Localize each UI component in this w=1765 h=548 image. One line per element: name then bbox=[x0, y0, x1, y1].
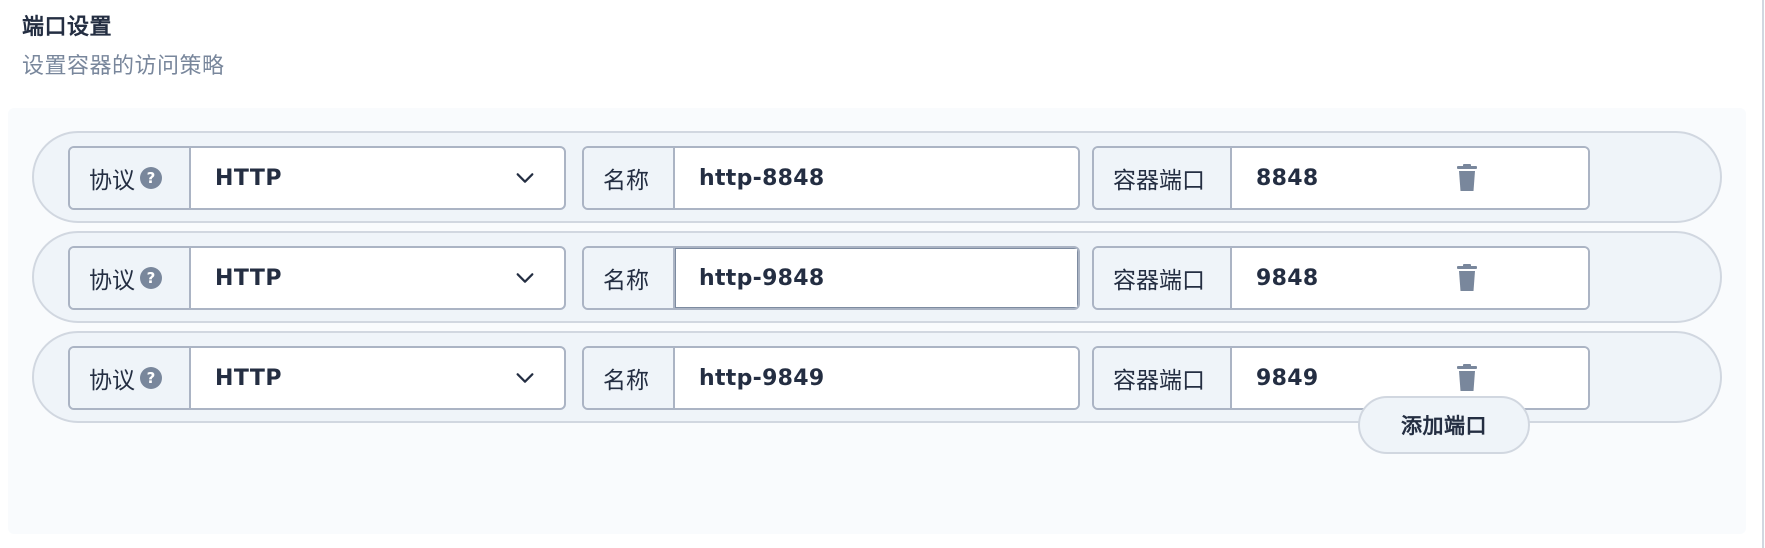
protocol-select-value: HTTP bbox=[215, 365, 283, 391]
question-circle-icon[interactable]: ? bbox=[140, 267, 162, 289]
protocol-select[interactable]: HTTP bbox=[191, 348, 564, 408]
name-field-group: 名称 bbox=[582, 246, 1080, 310]
delete-port-button[interactable] bbox=[1442, 253, 1492, 303]
container-port-field-group: 容器端口 bbox=[1092, 146, 1590, 210]
protocol-label: 协议 bbox=[89, 368, 135, 394]
container-port-field-group: 容器端口 bbox=[1092, 246, 1590, 310]
name-input[interactable] bbox=[675, 148, 1078, 208]
chevron-down-icon bbox=[516, 273, 534, 283]
protocol-select-value: HTTP bbox=[215, 165, 283, 191]
container-port-addon: 容器端口 bbox=[1094, 348, 1232, 408]
protocol-select[interactable]: HTTP bbox=[191, 248, 564, 308]
name-addon: 名称 bbox=[584, 148, 675, 208]
container-port-input[interactable] bbox=[1232, 148, 1588, 208]
name-field-group: 名称 bbox=[582, 346, 1080, 410]
protocol-addon: 协议 ? bbox=[70, 248, 191, 308]
protocol-label: 协议 bbox=[89, 168, 135, 194]
port-row: 协议 ? HTTP 名称 容器端口 bbox=[32, 131, 1722, 223]
name-addon: 名称 bbox=[584, 248, 675, 308]
ports-panel: 协议 ? HTTP 名称 容器端口 协议 ? HTT bbox=[8, 108, 1746, 534]
trash-icon bbox=[1457, 164, 1477, 191]
protocol-select[interactable]: HTTP bbox=[191, 148, 564, 208]
protocol-field-group: 协议 ? HTTP bbox=[68, 246, 566, 310]
question-circle-icon[interactable]: ? bbox=[140, 167, 162, 189]
page-right-border bbox=[1762, 0, 1764, 548]
container-port-input[interactable] bbox=[1232, 248, 1588, 308]
name-input[interactable] bbox=[675, 248, 1078, 308]
section-description: 设置容器的访问策略 bbox=[22, 54, 225, 79]
add-port-button[interactable]: 添加端口 bbox=[1358, 396, 1530, 454]
protocol-addon: 协议 ? bbox=[70, 348, 191, 408]
name-input[interactable] bbox=[675, 348, 1078, 408]
trash-icon bbox=[1457, 264, 1477, 291]
container-port-addon: 容器端口 bbox=[1094, 148, 1232, 208]
port-row: 协议 ? HTTP 名称 容器端口 bbox=[32, 231, 1722, 323]
question-circle-icon[interactable]: ? bbox=[140, 367, 162, 389]
trash-icon bbox=[1457, 364, 1477, 391]
container-port-addon: 容器端口 bbox=[1094, 248, 1232, 308]
protocol-label: 协议 bbox=[89, 268, 135, 294]
delete-port-button[interactable] bbox=[1442, 153, 1492, 203]
name-addon: 名称 bbox=[584, 348, 675, 408]
chevron-down-icon bbox=[516, 173, 534, 183]
protocol-field-group: 协议 ? HTTP bbox=[68, 146, 566, 210]
protocol-field-group: 协议 ? HTTP bbox=[68, 346, 566, 410]
protocol-addon: 协议 ? bbox=[70, 148, 191, 208]
chevron-down-icon bbox=[516, 373, 534, 383]
section-title: 端口设置 bbox=[22, 15, 113, 40]
protocol-select-value: HTTP bbox=[215, 265, 283, 291]
name-field-group: 名称 bbox=[582, 146, 1080, 210]
